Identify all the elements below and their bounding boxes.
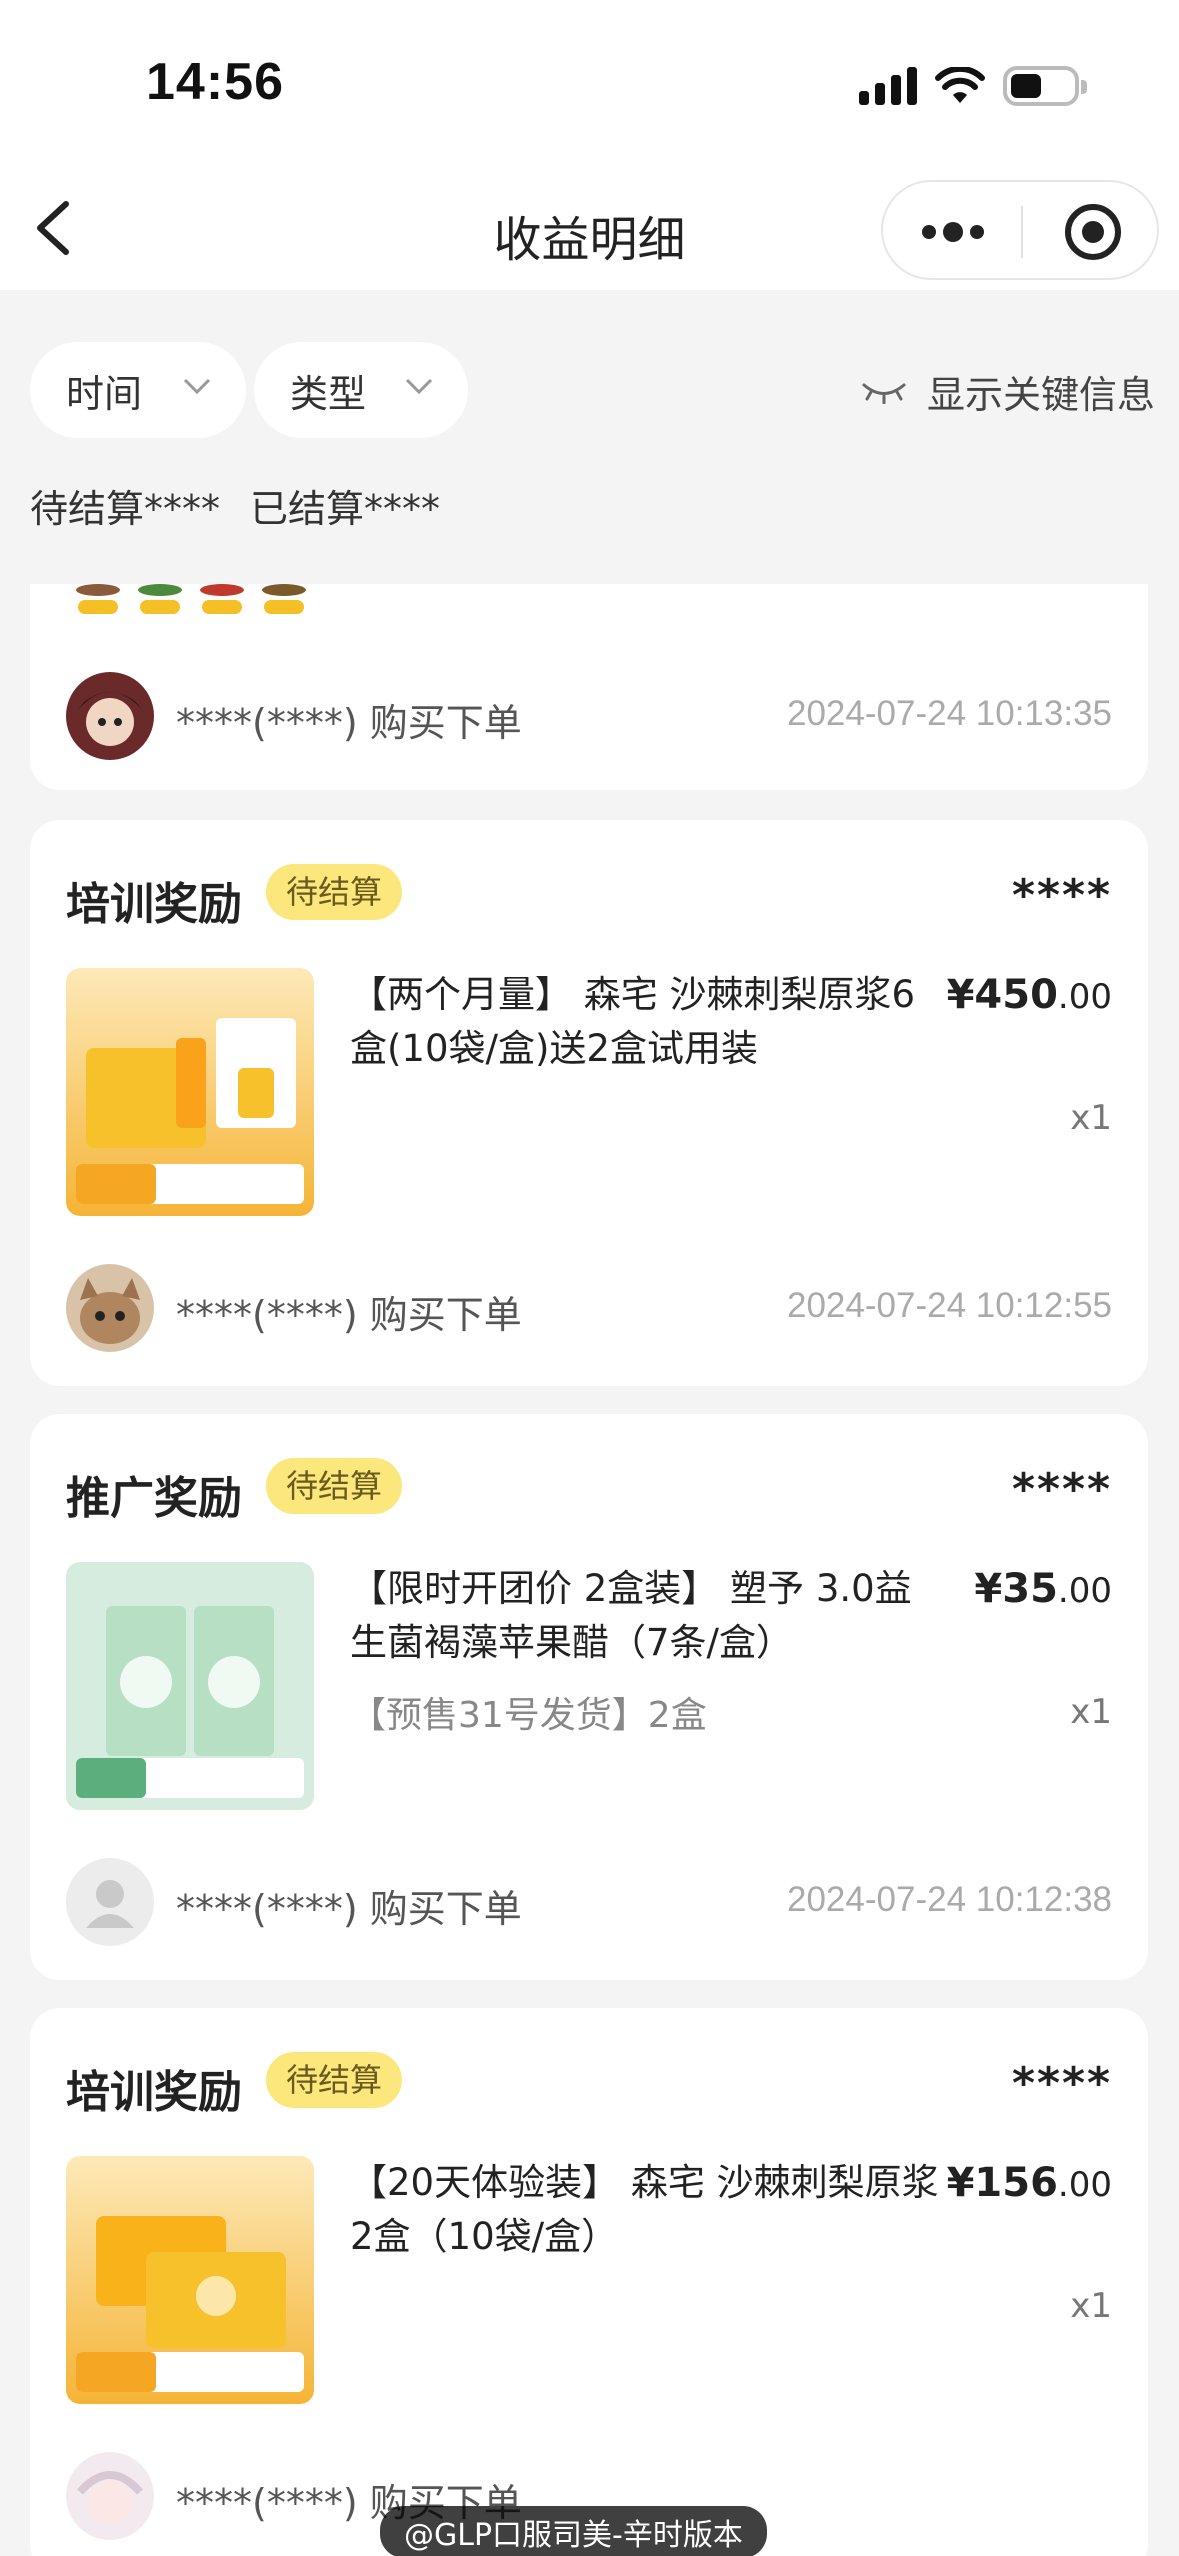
price-decimal: .00 xyxy=(1057,977,1112,1017)
miniprogram-capsule xyxy=(881,180,1159,280)
buyer-avatar xyxy=(66,2452,154,2540)
status-badge: 待结算 xyxy=(266,2052,403,2108)
buyer-row: ****(****) 购买下单 2024-07-24 10:12:38 xyxy=(66,1858,1112,1948)
product-quantity: x1 xyxy=(1070,2286,1112,2326)
order-date: 2024-07-24 10:12:38 xyxy=(787,1880,1112,1919)
buyer-avatar xyxy=(66,1264,154,1352)
status-badge: 待结算 xyxy=(266,864,403,920)
price-decimal: .00 xyxy=(1057,2165,1112,2205)
product-thumbnail xyxy=(66,968,314,1216)
buyer-text: ****(****) 购买下单 xyxy=(176,1293,522,1337)
more-icon[interactable] xyxy=(919,218,987,246)
cellular-signal-icon xyxy=(859,67,917,105)
product-name: 【限时开团价 2盒装】 塑予 3.0益生菌褐藻苹果醋（7条/盒） xyxy=(350,1567,912,1664)
battery-icon xyxy=(1003,66,1087,106)
pending-summary: 待结算**** xyxy=(30,487,221,531)
status-badge: 待结算 xyxy=(266,1458,403,1514)
buyer-row: ****(****) 购买下单 2024-07-24 10:13:35 xyxy=(66,672,1112,762)
product-name: 【20天体验装】 森宅 沙棘刺梨原浆 2盒（10袋/盒） xyxy=(350,2161,939,2258)
settlement-summary: 待结算**** 已结算**** xyxy=(30,478,440,533)
record-card[interactable]: ****(****) 购买下单 2024-07-24 10:13:35 xyxy=(30,584,1148,790)
settled-summary: 已结算**** xyxy=(250,487,441,531)
buyer-avatar xyxy=(66,672,154,760)
product-thumbnail xyxy=(66,1562,314,1810)
buyer-text: ****(****) 购买下单 xyxy=(176,1887,522,1931)
product-price: ¥450.00 xyxy=(947,972,1112,1018)
buyer-row: ****(****) 购买下单 2024-07-24 10:12:55 xyxy=(66,1264,1112,1354)
content-panel: 时间 类型 显示关键信息 待结算**** 已结算**** ****(****) … xyxy=(0,294,1179,2556)
status-bar: 14:56 xyxy=(0,0,1179,170)
record-card[interactable]: 推广奖励 待结算 **** 【限时开团价 2盒装】 塑予 3.0益生菌褐藻苹果醋… xyxy=(30,1414,1148,1980)
chevron-down-icon xyxy=(405,378,433,395)
price-integer: ¥156 xyxy=(946,2160,1058,2206)
product-thumbnail-partial xyxy=(76,584,306,614)
reward-type: 培训奖励 xyxy=(66,879,242,930)
product-price: ¥35.00 xyxy=(974,1566,1112,1612)
wifi-icon xyxy=(935,67,985,103)
close-target-icon[interactable] xyxy=(1063,202,1123,262)
product-price: ¥156.00 xyxy=(947,2160,1112,2206)
price-integer: ¥450 xyxy=(946,972,1058,1018)
reward-amount: **** xyxy=(1011,870,1112,921)
reward-amount: **** xyxy=(1011,2058,1112,2109)
buyer-avatar xyxy=(66,1858,154,1946)
product-note: 【预售31号发货】2盒 xyxy=(350,1695,707,1736)
buyer-text: ****(****) 购买下单 xyxy=(176,701,522,745)
record-card[interactable]: 培训奖励 待结算 **** 【两个月量】 森宅 沙棘刺梨原浆6盒(10袋/盒)送… xyxy=(30,820,1148,1386)
watermark: @GLP口服司美-辛时版本 xyxy=(380,2506,767,2556)
records-list[interactable]: ****(****) 购买下单 2024-07-24 10:13:35 培训奖励… xyxy=(0,584,1179,2556)
type-filter-dropdown[interactable]: 类型 xyxy=(254,342,468,438)
status-icons xyxy=(859,66,1087,106)
type-filter-label: 类型 xyxy=(290,371,367,416)
order-date: 2024-07-24 10:13:35 xyxy=(787,694,1112,733)
price-decimal: .00 xyxy=(1057,1571,1112,1611)
record-card[interactable]: 培训奖励 待结算 **** 【20天体验装】 森宅 沙棘刺梨原浆 2盒（10袋/… xyxy=(30,2008,1148,2556)
product-thumbnail xyxy=(66,2156,314,2404)
show-key-info-label: 显示关键信息 xyxy=(926,373,1155,417)
chevron-down-icon xyxy=(183,378,211,395)
reward-amount: **** xyxy=(1011,1464,1112,1515)
nav-bar: 收益明细 xyxy=(0,170,1179,290)
show-key-info-toggle[interactable]: 显示关键信息 xyxy=(861,364,1155,419)
reward-type: 推广奖励 xyxy=(66,1473,242,1524)
order-date: 2024-07-24 10:12:55 xyxy=(787,1286,1112,1325)
price-integer: ¥35 xyxy=(974,1566,1058,1612)
product-quantity: x1 xyxy=(1070,1692,1112,1732)
time-filter-dropdown[interactable]: 时间 xyxy=(30,342,246,438)
filter-bar: 时间 类型 显示关键信息 待结算**** 已结算**** xyxy=(0,294,1179,584)
reward-type: 培训奖励 xyxy=(66,2067,242,2118)
product-name: 【两个月量】 森宅 沙棘刺梨原浆6盒(10袋/盒)送2盒试用装 xyxy=(350,973,916,1070)
time-filter-label: 时间 xyxy=(66,371,143,416)
eye-closed-icon xyxy=(862,383,906,404)
capsule-divider xyxy=(1021,206,1023,258)
product-quantity: x1 xyxy=(1070,1098,1112,1138)
status-time: 14:56 xyxy=(146,53,284,111)
